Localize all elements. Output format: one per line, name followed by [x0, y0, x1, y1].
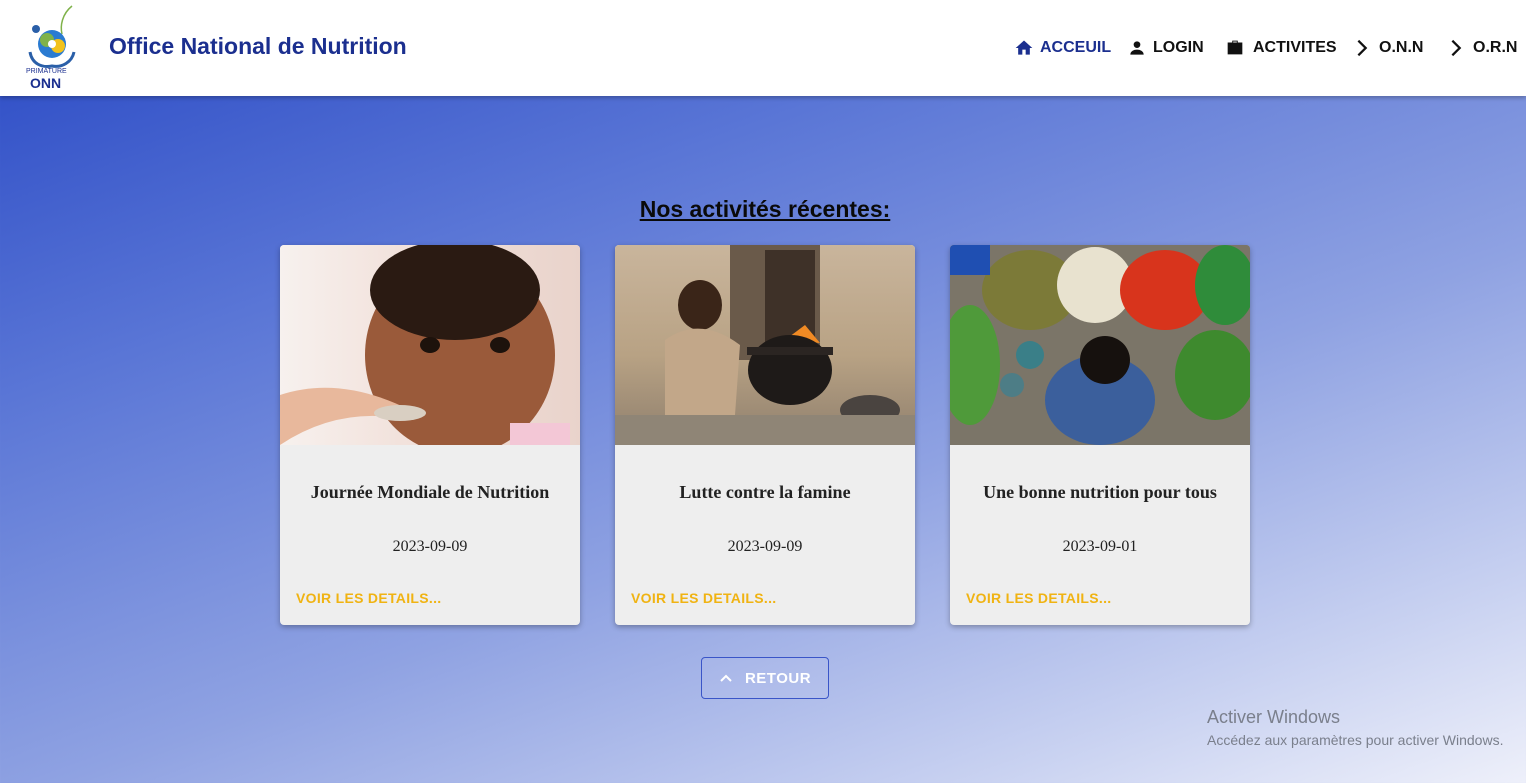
retour-label: RETOUR	[744, 669, 812, 687]
windows-activation-title: Activer Windows	[1207, 707, 1341, 727]
card-details-link[interactable]: VOIR LES DETAILS...	[966, 590, 1111, 606]
section-title: Nos activités récentes:	[639, 196, 891, 222]
card-title: Lutte contre la famine	[679, 482, 851, 502]
nav-label-login: LOGIN	[1153, 39, 1204, 56]
logo-primature-text: PRIMATURE	[26, 68, 67, 75]
chevron-right-icon	[1451, 39, 1462, 57]
card-image-child-cooking[interactable]	[615, 245, 915, 445]
briefcase-icon	[1227, 40, 1243, 55]
nav-label-activites: ACTIVITES	[1253, 39, 1337, 56]
app-header: PRIMATURE ONN Office National de Nutriti…	[0, 0, 1526, 96]
retour-button[interactable]: RETOUR	[701, 657, 829, 699]
card-image-market-vegetables[interactable]	[950, 245, 1250, 445]
card-details-link[interactable]: VOIR LES DETAILS...	[296, 590, 441, 606]
nav-item-acceuil[interactable]: ACCEUIL	[1014, 36, 1111, 60]
card-title: Journée Mondiale de Nutrition	[310, 482, 550, 502]
card-date: 2023-09-09	[392, 538, 468, 555]
logo-acronym-text: ONN	[30, 75, 62, 91]
card-date: 2023-09-09	[727, 538, 803, 555]
person-icon	[1130, 41, 1144, 55]
site-title[interactable]: Office National de Nutrition	[109, 33, 407, 60]
windows-activation-subtitle: Accédez aux paramètres pour activer Wind…	[1207, 732, 1504, 748]
chevron-right-icon	[1357, 39, 1368, 57]
card-image-baby-feeding[interactable]	[280, 245, 580, 445]
home-icon	[1015, 40, 1033, 55]
card-title: Une bonne nutrition pour tous	[983, 482, 1217, 502]
nav-item-orn[interactable]: O.R.N	[1445, 36, 1517, 60]
onn-logo[interactable]: PRIMATURE ONN	[22, 4, 84, 92]
nav-item-onn[interactable]: O.N.N	[1351, 36, 1423, 60]
nav-item-activites[interactable]: ACTIVITES	[1223, 36, 1337, 60]
nav-label-acceuil: ACCEUIL	[1040, 39, 1112, 56]
chevron-up-icon	[720, 674, 732, 682]
card-details-link[interactable]: VOIR LES DETAILS...	[631, 590, 776, 606]
nav-label-onn: O.N.N	[1379, 39, 1424, 56]
activity-card[interactable]: Lutte contre la famine 2023-09-09 VOIR L…	[615, 245, 915, 625]
activity-card[interactable]: Journée Mondiale de Nutrition 2023-09-09…	[280, 245, 580, 625]
nav-label-orn: O.R.N	[1473, 39, 1518, 56]
nav-item-login[interactable]: LOGIN	[1127, 36, 1204, 60]
card-date: 2023-09-01	[1062, 538, 1138, 555]
activity-card[interactable]: Une bonne nutrition pour tous 2023-09-01…	[950, 245, 1250, 625]
